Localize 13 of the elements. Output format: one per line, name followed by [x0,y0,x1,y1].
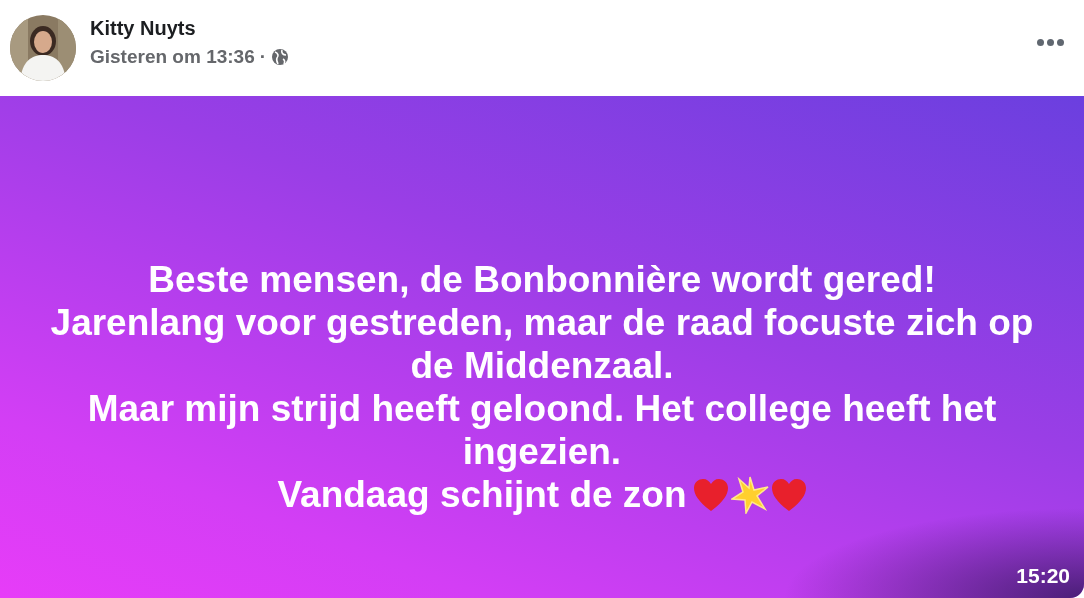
heart-icon [770,477,807,512]
star-icon [730,475,769,514]
globe-icon [271,47,290,66]
more-icon [1037,38,1064,46]
separator: · [259,45,267,68]
post-time[interactable]: Gisteren om 13:36 [90,45,255,68]
author-name[interactable]: Kitty Nuyts [90,16,1017,40]
status-text: Maar mijn strijd heeft geloond. Het college heeft het ingezien. [86,387,998,473]
heart-icon [692,477,729,512]
status-text: Beste mensen, de Bonbonnière wordt gered! [148,258,936,301]
timestamp: 15:20 [1016,564,1070,588]
status-text: Vandaag schijnt de zon [277,473,687,516]
status-text: Jarenlang voor gestreden, maar de raad focuste zich op de Middenzaal. [49,301,1035,387]
